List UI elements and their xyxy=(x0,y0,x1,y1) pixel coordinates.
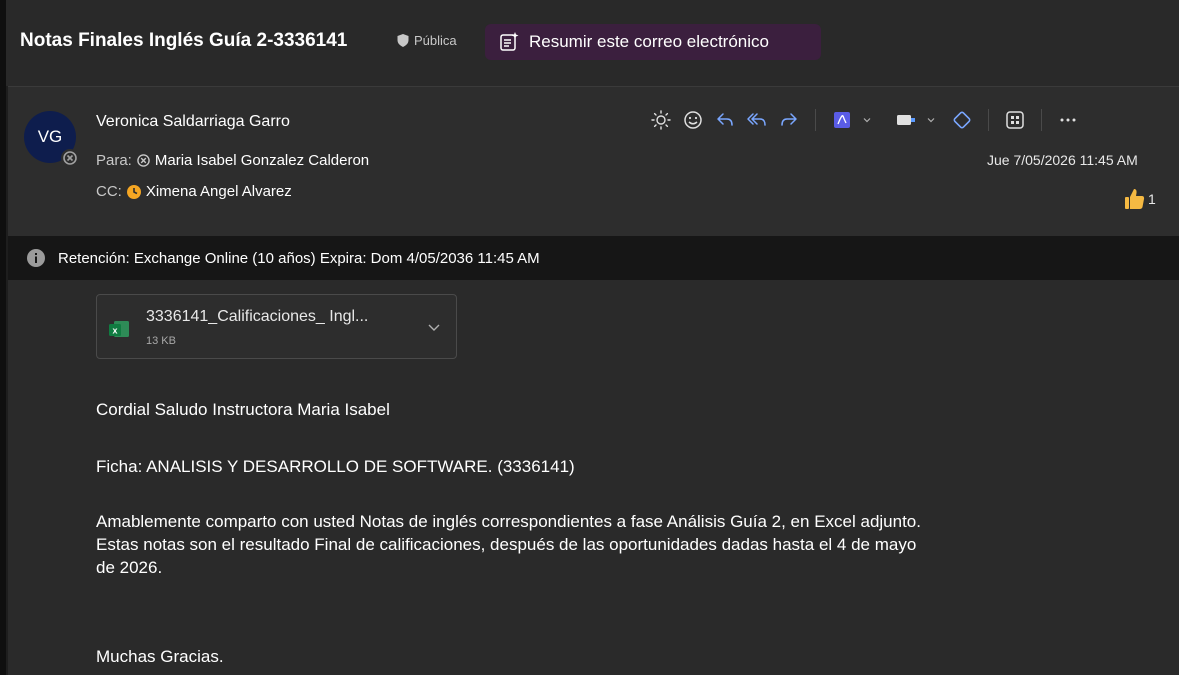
message-toolbar xyxy=(645,106,1084,134)
apps-icon[interactable] xyxy=(999,106,1031,134)
summarize-email-button[interactable]: Resumir este correo electrónico xyxy=(485,24,821,60)
body-paragraph-line: Estas notas son el resultado Final de ca… xyxy=(96,535,917,554)
cc-recipients: CC: Ximena Angel Alvarez xyxy=(96,183,292,200)
body-closing: Muchas Gracias. xyxy=(96,647,224,666)
toolbar-divider xyxy=(988,109,989,131)
reply-all-icon[interactable] xyxy=(741,106,773,134)
retention-text: Retención: Exchange Online (10 años) Exp… xyxy=(58,249,540,267)
pdf-icon[interactable] xyxy=(826,106,858,134)
body-greeting: Cordial Saludo Instructora Maria Isabel xyxy=(96,400,390,419)
info-icon xyxy=(27,249,45,267)
email-subject: Notas Finales Inglés Guía 2-3336141 xyxy=(20,30,348,51)
body-paragraph-line: Amablemente comparto con usted Notas de … xyxy=(96,512,921,531)
body-paragraph-line: de 2026. xyxy=(96,558,163,577)
toolbar-divider xyxy=(815,109,816,131)
sender-name[interactable]: Veronica Saldarriaga Garro xyxy=(96,113,290,131)
away-status-icon xyxy=(126,184,141,199)
excel-file-icon: x xyxy=(109,321,129,337)
cc-recipient-name[interactable]: Ximena Angel Alvarez xyxy=(146,183,292,200)
reading-pane-header: Notas Finales Inglés Guía 2-3336141 Públ… xyxy=(0,0,1179,675)
cc-label: CC: xyxy=(96,183,122,200)
chevron-down-icon[interactable] xyxy=(922,106,940,134)
sensitivity-label[interactable]: Pública xyxy=(397,33,457,48)
pane-divider xyxy=(0,0,6,675)
attachment-card[interactable]: x 3336141_Calificaciones_ Ingl... 13 KB xyxy=(96,294,457,359)
toolbar-divider xyxy=(1041,109,1042,131)
offline-icon xyxy=(63,151,77,165)
avatar-initials: VG xyxy=(37,127,63,146)
body-ficha: Ficha: ANALISIS Y DESARROLLO DE SOFTWARE… xyxy=(96,457,575,476)
offline-icon xyxy=(137,154,150,167)
svg-text:x: x xyxy=(112,326,117,336)
sun-icon[interactable] xyxy=(645,106,677,134)
to-recipient-name[interactable]: Maria Isabel Gonzalez Calderon xyxy=(155,152,369,169)
summarize-label: Resumir este correo electrónico xyxy=(529,32,769,51)
attachment-size: 13 KB xyxy=(146,335,176,347)
reply-icon[interactable] xyxy=(709,106,741,134)
message-date: Jue 7/05/2026 11:45 AM xyxy=(987,152,1138,168)
summary-sparkle-icon xyxy=(500,32,519,51)
loop-icon[interactable] xyxy=(946,106,978,134)
reaction-badge[interactable]: 1 xyxy=(1124,187,1156,211)
to-label: Para: xyxy=(96,152,132,169)
presence-status-icon xyxy=(61,149,79,167)
attachment-name: 3336141_Calificaciones_ Ingl... xyxy=(146,308,369,325)
rules-icon[interactable] xyxy=(890,106,922,134)
thumbs-up-icon xyxy=(1125,189,1145,209)
chevron-down-icon[interactable] xyxy=(858,106,876,134)
chevron-down-icon[interactable] xyxy=(426,319,442,335)
reaction-count: 1 xyxy=(1148,191,1156,207)
forward-icon[interactable] xyxy=(773,106,805,134)
emoji-icon[interactable] xyxy=(677,106,709,134)
more-icon[interactable] xyxy=(1052,106,1084,134)
to-recipients: Para: Maria Isabel Gonzalez Calderon xyxy=(96,152,369,169)
retention-banner: Retención: Exchange Online (10 años) Exp… xyxy=(8,236,1179,280)
sensitivity-text: Pública xyxy=(414,33,457,48)
shield-icon xyxy=(397,34,409,47)
body-paragraph: Amablemente comparto con usted Notas de … xyxy=(96,510,921,579)
